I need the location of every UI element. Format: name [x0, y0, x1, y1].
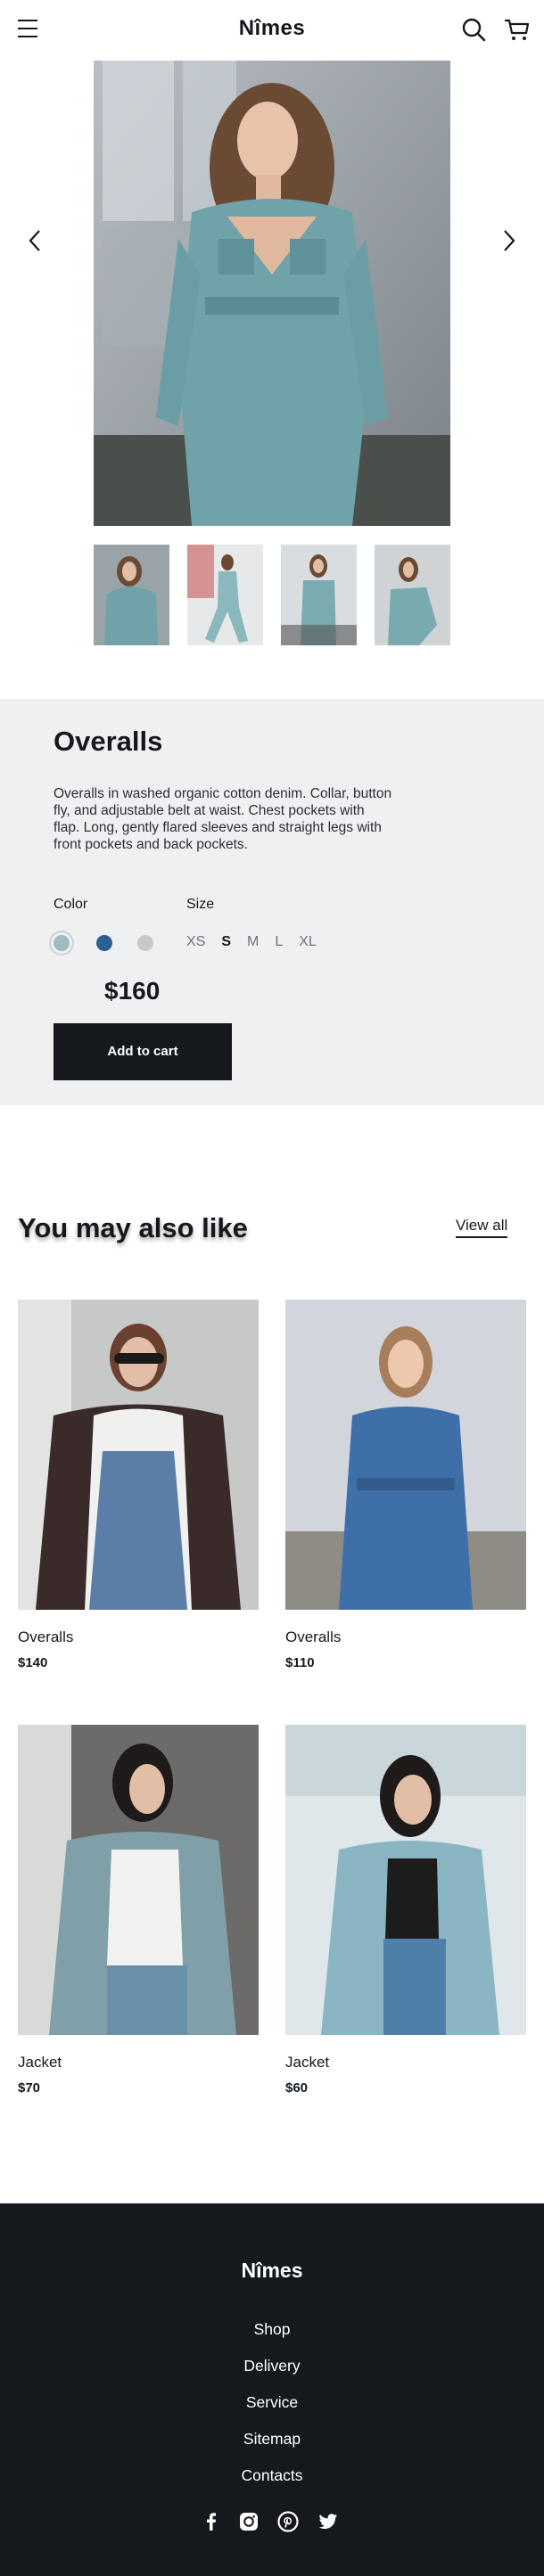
- thumbnail-2[interactable]: [187, 545, 263, 645]
- thumbnail-4[interactable]: [375, 545, 450, 645]
- color-swatch-gray[interactable]: [137, 935, 153, 951]
- footer-link-contacts[interactable]: Contacts: [0, 2466, 544, 2485]
- size-option-xs[interactable]: XS: [186, 934, 205, 950]
- footer-link-shop[interactable]: Shop: [0, 2320, 544, 2339]
- size-option-s[interactable]: S: [221, 934, 231, 950]
- instagram-icon[interactable]: [237, 2510, 260, 2533]
- pinterest-icon[interactable]: [276, 2510, 300, 2533]
- cart-icon[interactable]: [504, 16, 531, 43]
- size-option-l[interactable]: L: [275, 934, 283, 950]
- footer-link-delivery[interactable]: Delivery: [0, 2357, 544, 2375]
- size-options: XS S M L XL: [186, 934, 333, 950]
- size-option-xl[interactable]: XL: [299, 934, 317, 950]
- related-item-price-1: $140: [18, 1655, 48, 1670]
- header: Nîmes: [0, 0, 544, 59]
- related-item-name-2[interactable]: Overalls: [285, 1628, 341, 1646]
- product-description: Overalls in washed organic cotton denim.…: [54, 786, 392, 852]
- footer-logo[interactable]: Nîmes: [0, 2259, 544, 2283]
- thumbnail-1[interactable]: [94, 545, 169, 645]
- footer-link-service[interactable]: Service: [0, 2393, 544, 2412]
- twitter-icon[interactable]: [317, 2510, 340, 2533]
- size-option-m[interactable]: M: [247, 934, 259, 950]
- chevron-right-icon[interactable]: [495, 227, 522, 254]
- chevron-left-icon[interactable]: [22, 227, 49, 254]
- related-item-price-2: $110: [285, 1655, 315, 1670]
- view-all-link[interactable]: View all: [456, 1217, 508, 1238]
- search-icon[interactable]: [460, 16, 487, 43]
- color-label: Color: [54, 897, 88, 912]
- related-item-name-1[interactable]: Overalls: [18, 1628, 73, 1646]
- related-item-image-2[interactable]: [285, 1300, 526, 1610]
- related-item-image-4[interactable]: [285, 1725, 526, 2035]
- color-swatch-blue[interactable]: [96, 935, 112, 951]
- related-item-image-1[interactable]: [18, 1300, 259, 1610]
- size-label: Size: [186, 897, 215, 912]
- footer-link-sitemap[interactable]: Sitemap: [0, 2430, 544, 2449]
- related-item-name-4[interactable]: Jacket: [285, 2054, 329, 2071]
- related-item-price-4: $60: [285, 2080, 309, 2096]
- related-item-image-3[interactable]: [18, 1725, 259, 2035]
- thumbnail-3[interactable]: [281, 545, 357, 645]
- color-swatch-teal[interactable]: [54, 935, 70, 951]
- facebook-icon[interactable]: [200, 2510, 223, 2533]
- footer: Nîmes Shop Delivery Service Sitemap Cont…: [0, 2203, 544, 2576]
- product-main-image: [94, 61, 450, 526]
- related-title: You may also like: [18, 1212, 248, 1243]
- related-item-name-3[interactable]: Jacket: [18, 2054, 62, 2071]
- add-to-cart-button[interactable]: Add to cart: [54, 1023, 232, 1080]
- product-panel: Overalls Overalls in washed organic cott…: [0, 699, 544, 1105]
- product-price: $160: [104, 977, 161, 1005]
- product-title: Overalls: [54, 726, 163, 757]
- related-item-price-3: $70: [18, 2080, 41, 2096]
